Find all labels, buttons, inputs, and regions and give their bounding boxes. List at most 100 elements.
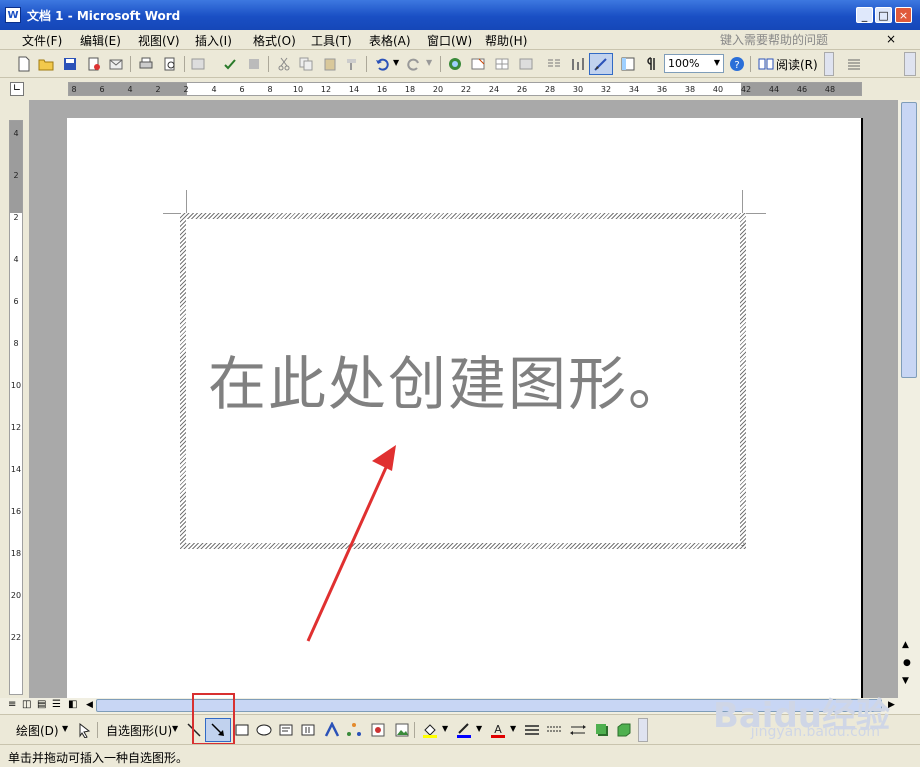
print-icon[interactable] — [138, 56, 154, 72]
copy-icon[interactable] — [298, 56, 314, 72]
fill-color-dropdown-icon[interactable]: ▼ — [442, 724, 448, 733]
vertical-ruler[interactable]: 4 2 2 4 6 8 10 12 14 16 18 20 22 — [9, 120, 23, 695]
font-color-dropdown-icon[interactable]: ▼ — [510, 724, 516, 733]
read-mode-icon[interactable] — [758, 56, 774, 72]
word-app-icon[interactable]: W — [5, 7, 21, 23]
drawing-active-button[interactable] — [589, 53, 613, 75]
minimize-button[interactable]: _ — [856, 7, 873, 23]
menu-table[interactable]: 表格(A) — [369, 32, 411, 49]
help-icon[interactable]: ? — [729, 56, 745, 72]
font-color-icon[interactable]: A — [490, 722, 506, 738]
email-icon[interactable] — [108, 56, 124, 72]
horizontal-ruler[interactable]: 8 6 4 2 2 4 6 8 10 12 14 16 18 20 22 24 26 28 30 32 34 36 38 40… — [68, 82, 862, 96]
drawing-toolbar-options[interactable] — [638, 718, 648, 742]
menu-file[interactable]: 文件(F) — [22, 32, 62, 49]
insert-table-icon[interactable] — [494, 56, 510, 72]
vertical-textbox-icon[interactable] — [300, 722, 316, 738]
spelling-icon[interactable] — [222, 56, 238, 72]
undo-icon[interactable] — [374, 56, 390, 72]
help-search-input[interactable]: 键入需要帮助的问题 — [720, 31, 828, 48]
paste-icon[interactable] — [322, 56, 338, 72]
shadow-style-icon[interactable] — [594, 722, 610, 738]
menu-tools[interactable]: 工具(T) — [311, 32, 352, 49]
browse-object-icon[interactable]: ● — [903, 658, 911, 668]
oval-tool-icon[interactable] — [256, 722, 272, 738]
web-view-icon[interactable]: ◫ — [22, 699, 31, 710]
undo-dropdown-icon[interactable]: ▼ — [393, 58, 399, 67]
scroll-left-icon[interactable]: ◀ — [86, 700, 93, 710]
draw-menu-button[interactable]: 绘图(D) — [16, 722, 59, 739]
zoom-dropdown-icon[interactable]: ▼ — [714, 58, 720, 67]
line-color-icon[interactable] — [456, 722, 472, 738]
toolbar-overflow-handle[interactable] — [904, 52, 916, 76]
arrow-style-icon[interactable] — [570, 722, 586, 738]
ruler-tick: 28 — [544, 85, 556, 94]
autoshapes-dropdown-icon[interactable]: ▼ — [172, 724, 178, 733]
draw-menu-dropdown-icon[interactable]: ▼ — [62, 724, 68, 733]
tab-selector[interactable]: ∟ — [10, 82, 24, 96]
drawing-canvas[interactable]: 在此处创建图形。 ⌟ — [180, 213, 746, 549]
outline-view-icon[interactable]: ☰ — [52, 699, 61, 710]
dash-style-icon[interactable] — [546, 722, 562, 738]
ruler-tick: 6 — [99, 85, 105, 94]
ruler-tick: 30 — [572, 85, 584, 94]
scroll-up-page-icon[interactable]: ▲ — [902, 640, 909, 650]
zoom-select[interactable]: 100% ▼ — [664, 54, 724, 73]
insert-picture-icon[interactable] — [394, 722, 410, 738]
ruler-tick: 6 — [239, 85, 245, 94]
read-mode-button[interactable]: 阅读(R) — [776, 56, 818, 73]
autoshapes-menu-button[interactable]: 自选图形(U) — [106, 722, 172, 739]
close-button[interactable]: × — [895, 7, 912, 23]
fill-color-icon[interactable] — [422, 722, 438, 738]
save-icon[interactable] — [62, 56, 78, 72]
drawing-pen-icon — [594, 58, 607, 71]
maximize-button[interactable]: □ — [875, 7, 892, 23]
menu-insert[interactable]: 插入(I) — [195, 32, 232, 49]
menu-view[interactable]: 视图(V) — [138, 32, 180, 49]
format-painter-icon[interactable] — [344, 56, 360, 72]
open-folder-icon[interactable] — [38, 56, 54, 72]
new-document-icon[interactable] — [16, 56, 32, 72]
insert-excel-icon[interactable] — [518, 56, 534, 72]
canvas-resize-handle[interactable]: ⌟ — [741, 538, 745, 548]
drawing-toggle-icon[interactable] — [570, 56, 586, 72]
tables-borders-icon[interactable] — [470, 56, 486, 72]
diagram-icon[interactable] — [346, 722, 362, 738]
menu-help[interactable]: 帮助(H) — [485, 32, 527, 49]
help-close-icon[interactable]: × — [886, 32, 896, 46]
reading-view-icon[interactable]: ◧ — [68, 699, 77, 710]
wordart-icon[interactable] — [324, 722, 340, 738]
ruler-tick: 18 — [404, 85, 416, 94]
redo-dropdown-icon[interactable]: ▼ — [426, 58, 432, 67]
ruler-tick: 2 — [183, 85, 189, 94]
standard-toolbar: ▼ ▼ 100% ▼ ? 阅读(R) — [0, 50, 920, 78]
vertical-scrollbar[interactable]: ▲ ● ▼ — [898, 100, 920, 698]
redo-icon[interactable] — [406, 56, 422, 72]
select-objects-icon[interactable] — [76, 722, 92, 738]
show-hide-icon[interactable] — [644, 56, 660, 72]
permission-icon[interactable] — [86, 56, 102, 72]
research-icon[interactable] — [190, 56, 206, 72]
vertical-scroll-thumb[interactable] — [901, 102, 917, 378]
3d-style-icon[interactable] — [616, 722, 632, 738]
hyperlink-icon[interactable] — [448, 56, 464, 72]
align-icon[interactable] — [846, 56, 862, 72]
textbox-tool-icon[interactable] — [278, 722, 294, 738]
print-view-icon[interactable]: ▤ — [37, 699, 46, 710]
ruler-tick: 34 — [628, 85, 640, 94]
line-color-dropdown-icon[interactable]: ▼ — [476, 724, 482, 733]
toolbar-options-handle[interactable] — [824, 52, 834, 76]
menu-edit[interactable]: 编辑(E) — [80, 32, 121, 49]
cut-icon[interactable] — [276, 56, 292, 72]
line-style-icon[interactable] — [524, 722, 540, 738]
menu-window[interactable]: 窗口(W) — [427, 32, 472, 49]
normal-view-icon[interactable]: ≡ — [8, 699, 16, 710]
print-preview-icon[interactable] — [162, 56, 178, 72]
research-book-icon[interactable] — [246, 56, 262, 72]
scroll-down-page-icon[interactable]: ▼ — [902, 676, 909, 686]
columns-icon[interactable] — [546, 56, 562, 72]
document-map-icon[interactable] — [620, 56, 636, 72]
rectangle-tool-icon[interactable] — [234, 722, 250, 738]
menu-format[interactable]: 格式(O) — [253, 32, 296, 49]
clipart-icon[interactable] — [370, 722, 386, 738]
